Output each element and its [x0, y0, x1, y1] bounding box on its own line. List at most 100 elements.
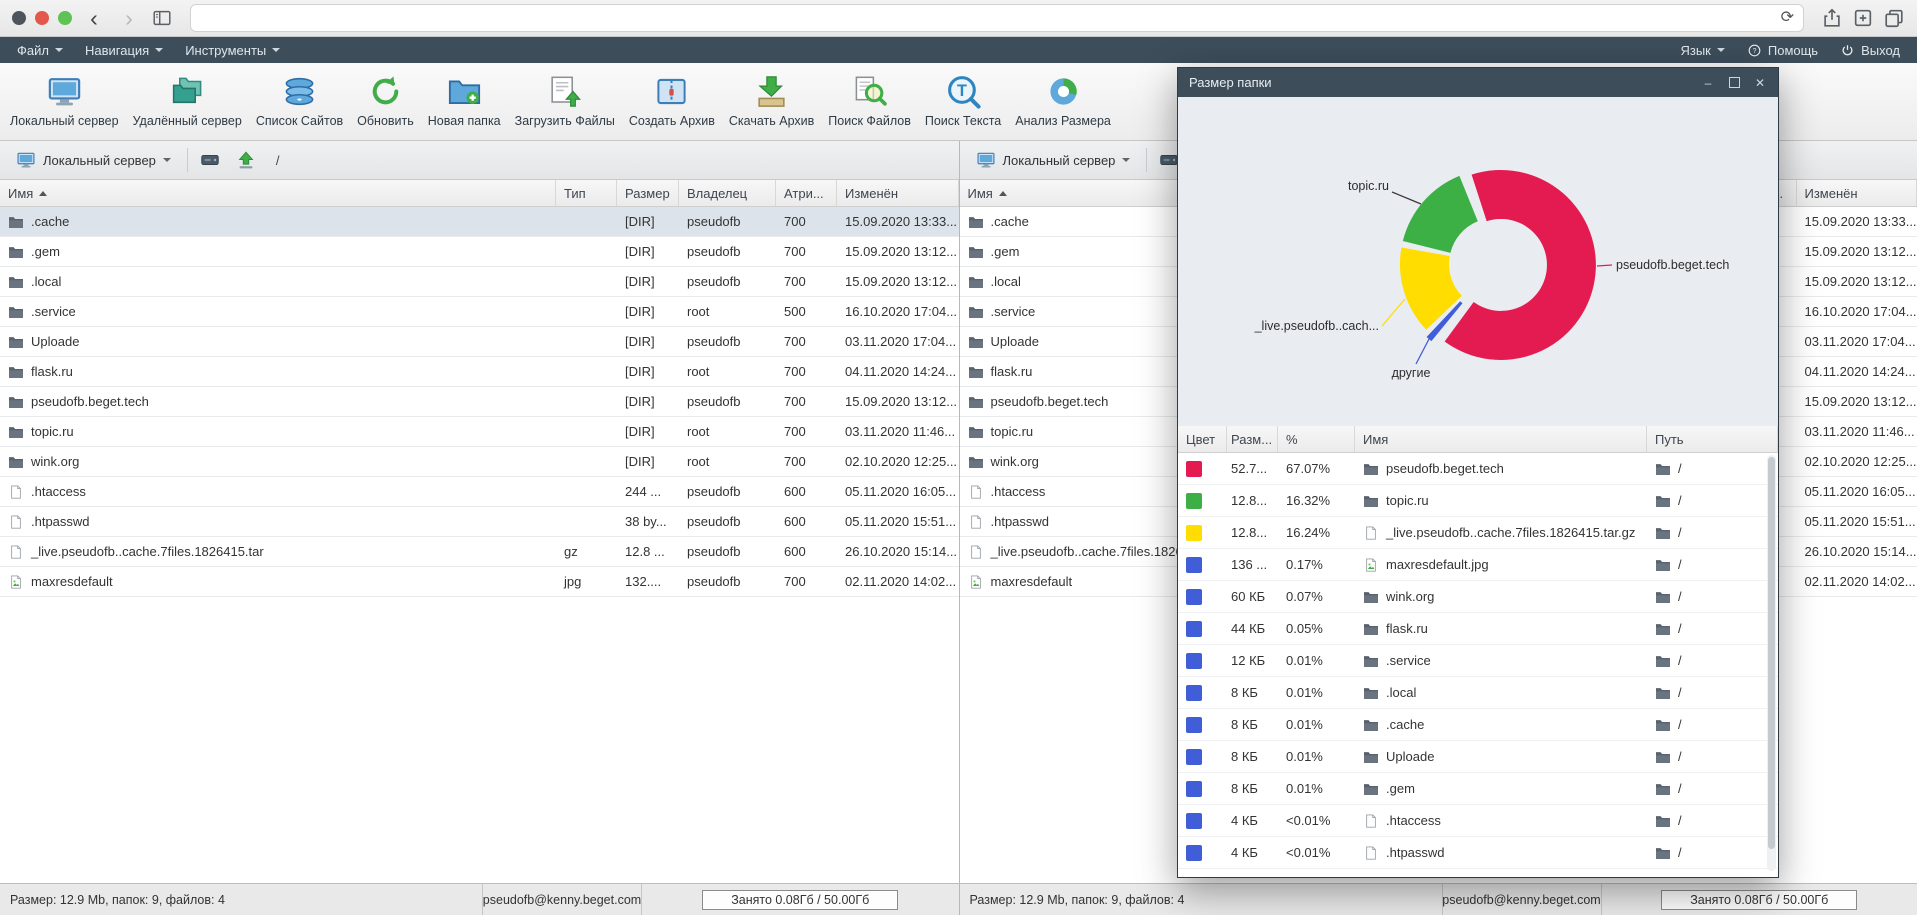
menu-file[interactable]: Файл	[6, 37, 74, 63]
toolbar-new-folder-button[interactable]: Новая папка	[422, 70, 507, 131]
size-row[interactable]: 12 КБ0.01%.service/	[1178, 645, 1778, 677]
cell-type	[556, 417, 617, 446]
upload-button[interactable]	[232, 146, 260, 174]
folder-size-chart: pseudofb.beget.techдругие_live.pseudofb.…	[1178, 97, 1778, 426]
toolbar-upload-files-button[interactable]: Загрузить Файлы	[509, 70, 621, 131]
size-row[interactable]: 8 КБ0.01%Uploade/	[1178, 741, 1778, 773]
menu-help[interactable]: ? Помощь	[1736, 43, 1829, 58]
back-button[interactable]: ‹	[81, 7, 107, 30]
file-row[interactable]: flask.ru[DIR]root70004.11.2020 14:24...	[0, 357, 959, 387]
toolbar-refresh-button[interactable]: Обновить	[351, 70, 420, 131]
file-row[interactable]: .service[DIR]root50016.10.2020 17:04...	[0, 297, 959, 327]
scrollbar-thumb[interactable]	[1768, 457, 1775, 849]
dialog-minimize-icon[interactable]: –	[1701, 76, 1715, 90]
column-header-type[interactable]: Тип	[556, 180, 617, 206]
menu-logout[interactable]: Выход	[1829, 43, 1911, 58]
menu-tools[interactable]: Инструменты	[174, 37, 291, 63]
cell-attrs: 700	[776, 267, 837, 296]
panel-left-header: Локальный сервер /	[0, 141, 959, 180]
column-header-name[interactable]: Имя	[1355, 426, 1647, 452]
file-row[interactable]: .cache[DIR]pseudofb70015.09.2020 13:33..…	[0, 207, 959, 237]
size-row[interactable]: 4 КБ<0.01%.htaccess/	[1178, 805, 1778, 837]
image-file-icon	[968, 575, 984, 589]
window-minimize-button[interactable]	[35, 11, 49, 25]
toolbar-create-archive-button[interactable]: Создать Архив	[623, 70, 721, 131]
folder-icon	[1363, 718, 1379, 732]
file-row[interactable]: maxresdefaultjpg132....pseudofb70002.11.…	[0, 567, 959, 597]
toolbar-remote-server-button[interactable]: Удалённый сервер	[127, 70, 248, 131]
disk-button[interactable]	[196, 146, 224, 174]
sidebar-toggle-icon[interactable]	[151, 7, 173, 29]
cell-name: topic.ru	[1355, 485, 1647, 516]
cell-name: .local	[1355, 677, 1647, 708]
size-row[interactable]: 8 КБ0.01%.gem/	[1178, 773, 1778, 805]
cell-name: wink.org	[0, 447, 556, 476]
size-row[interactable]: 4 КБ<0.01%.htpasswd/	[1178, 837, 1778, 869]
file-row[interactable]: .htaccess244 ...pseudofb60005.11.2020 16…	[0, 477, 959, 507]
toolbar-local-server-button[interactable]: Локальный сервер	[4, 70, 125, 131]
menubar: Файл Навигация Инструменты Язык ? Помощь…	[0, 37, 1917, 63]
file-row[interactable]: pseudofb.beget.tech[DIR]pseudofb70015.09…	[0, 387, 959, 417]
file-row[interactable]: .gem[DIR]pseudofb70015.09.2020 13:12...	[0, 237, 959, 267]
size-row[interactable]: 60 КБ0.07%wink.org/	[1178, 581, 1778, 613]
cell-type	[556, 387, 617, 416]
column-header-size[interactable]: Разм...	[1227, 426, 1278, 452]
file-row[interactable]: wink.org[DIR]root70002.10.2020 12:25...	[0, 447, 959, 477]
image-file-icon	[8, 575, 24, 589]
size-row[interactable]: 136 ...0.17%maxresdefault.jpg/	[1178, 549, 1778, 581]
file-row[interactable]: .htpasswd38 by...pseudofb60005.11.2020 1…	[0, 507, 959, 537]
address-input[interactable]	[200, 10, 1781, 27]
share-icon[interactable]	[1821, 7, 1843, 29]
window-maximize-button[interactable]	[58, 11, 72, 25]
dialog-titlebar[interactable]: Размер папки – ✕	[1178, 68, 1778, 97]
cell-path: /	[1647, 485, 1778, 516]
column-header-modified[interactable]: Изменён	[837, 180, 959, 206]
file-row[interactable]: _live.pseudofb..cache.7files.1826415.tar…	[0, 537, 959, 567]
file-row[interactable]: topic.ru[DIR]root70003.11.2020 11:46...	[0, 417, 959, 447]
toolbar-label: Загрузить Файлы	[515, 114, 615, 128]
dialog-maximize-icon[interactable]	[1727, 76, 1741, 90]
column-header-size[interactable]: Размер	[617, 180, 679, 206]
size-row[interactable]: 52.7...67.07%pseudofb.beget.tech/	[1178, 453, 1778, 485]
cell-modified: 15.09.2020 13:12...	[837, 237, 959, 266]
reload-icon[interactable]: ⟳	[1781, 10, 1794, 26]
window-close-button[interactable]	[12, 11, 26, 25]
dialog-close-icon[interactable]: ✕	[1753, 76, 1767, 90]
file-row[interactable]: Uploade[DIR]pseudofb70003.11.2020 17:04.…	[0, 327, 959, 357]
column-header-path[interactable]: Путь	[1647, 426, 1778, 452]
cell-modified: 04.11.2020 14:24...	[837, 357, 959, 386]
toolbar-search-files-button[interactable]: Поиск Файлов	[822, 70, 917, 131]
forward-button[interactable]: ›	[116, 7, 142, 30]
cell-modified: 03.11.2020 11:46...	[837, 417, 959, 446]
address-bar[interactable]: ⟳	[190, 4, 1804, 32]
size-row[interactable]: 44 КБ0.05%flask.ru/	[1178, 613, 1778, 645]
dialog-scrollbar[interactable]	[1767, 455, 1776, 871]
column-header-percent[interactable]: %	[1278, 426, 1355, 452]
column-header-modified[interactable]: Изменён	[1797, 180, 1917, 206]
toolbar-search-text-button[interactable]: TПоиск Текста	[919, 70, 1007, 131]
size-row[interactable]: 8 КБ0.01%.local/	[1178, 677, 1778, 709]
toolbar-site-list-button[interactable]: Список Сайтов	[250, 70, 349, 131]
size-row[interactable]: 12.8...16.32%topic.ru/	[1178, 485, 1778, 517]
column-header-attrs[interactable]: Атри...	[776, 180, 837, 206]
cell-modified: 16.10.2020 17:04...	[1797, 297, 1917, 326]
cell-size: [DIR]	[617, 447, 679, 476]
column-header-owner[interactable]: Владелец	[679, 180, 776, 206]
size-row[interactable]: 8 КБ0.01%.cache/	[1178, 709, 1778, 741]
sort-asc-icon	[999, 191, 1007, 196]
toolbar-size-analysis-button[interactable]: Анализ Размера	[1009, 70, 1117, 131]
toolbar-download-archive-button[interactable]: Скачать Архив	[723, 70, 820, 131]
server-selector[interactable]: Локальный сервер	[968, 146, 1139, 174]
cell-owner: pseudofb	[679, 537, 776, 566]
server-selector[interactable]: Локальный сервер	[8, 146, 179, 174]
file-row[interactable]: .local[DIR]pseudofb70015.09.2020 13:12..…	[0, 267, 959, 297]
cell-name: wink.org	[1355, 581, 1647, 612]
menu-language[interactable]: Язык	[1669, 43, 1735, 58]
menu-navigation[interactable]: Навигация	[74, 37, 174, 63]
tabs-overview-icon[interactable]	[1883, 7, 1905, 29]
size-row[interactable]: 12.8...16.24%_live.pseudofb..cache.7file…	[1178, 517, 1778, 549]
column-header-name[interactable]: Имя	[0, 180, 556, 206]
column-header-color[interactable]: Цвет	[1178, 426, 1227, 452]
new-window-icon[interactable]	[1852, 7, 1874, 29]
folder-icon	[1363, 590, 1379, 604]
